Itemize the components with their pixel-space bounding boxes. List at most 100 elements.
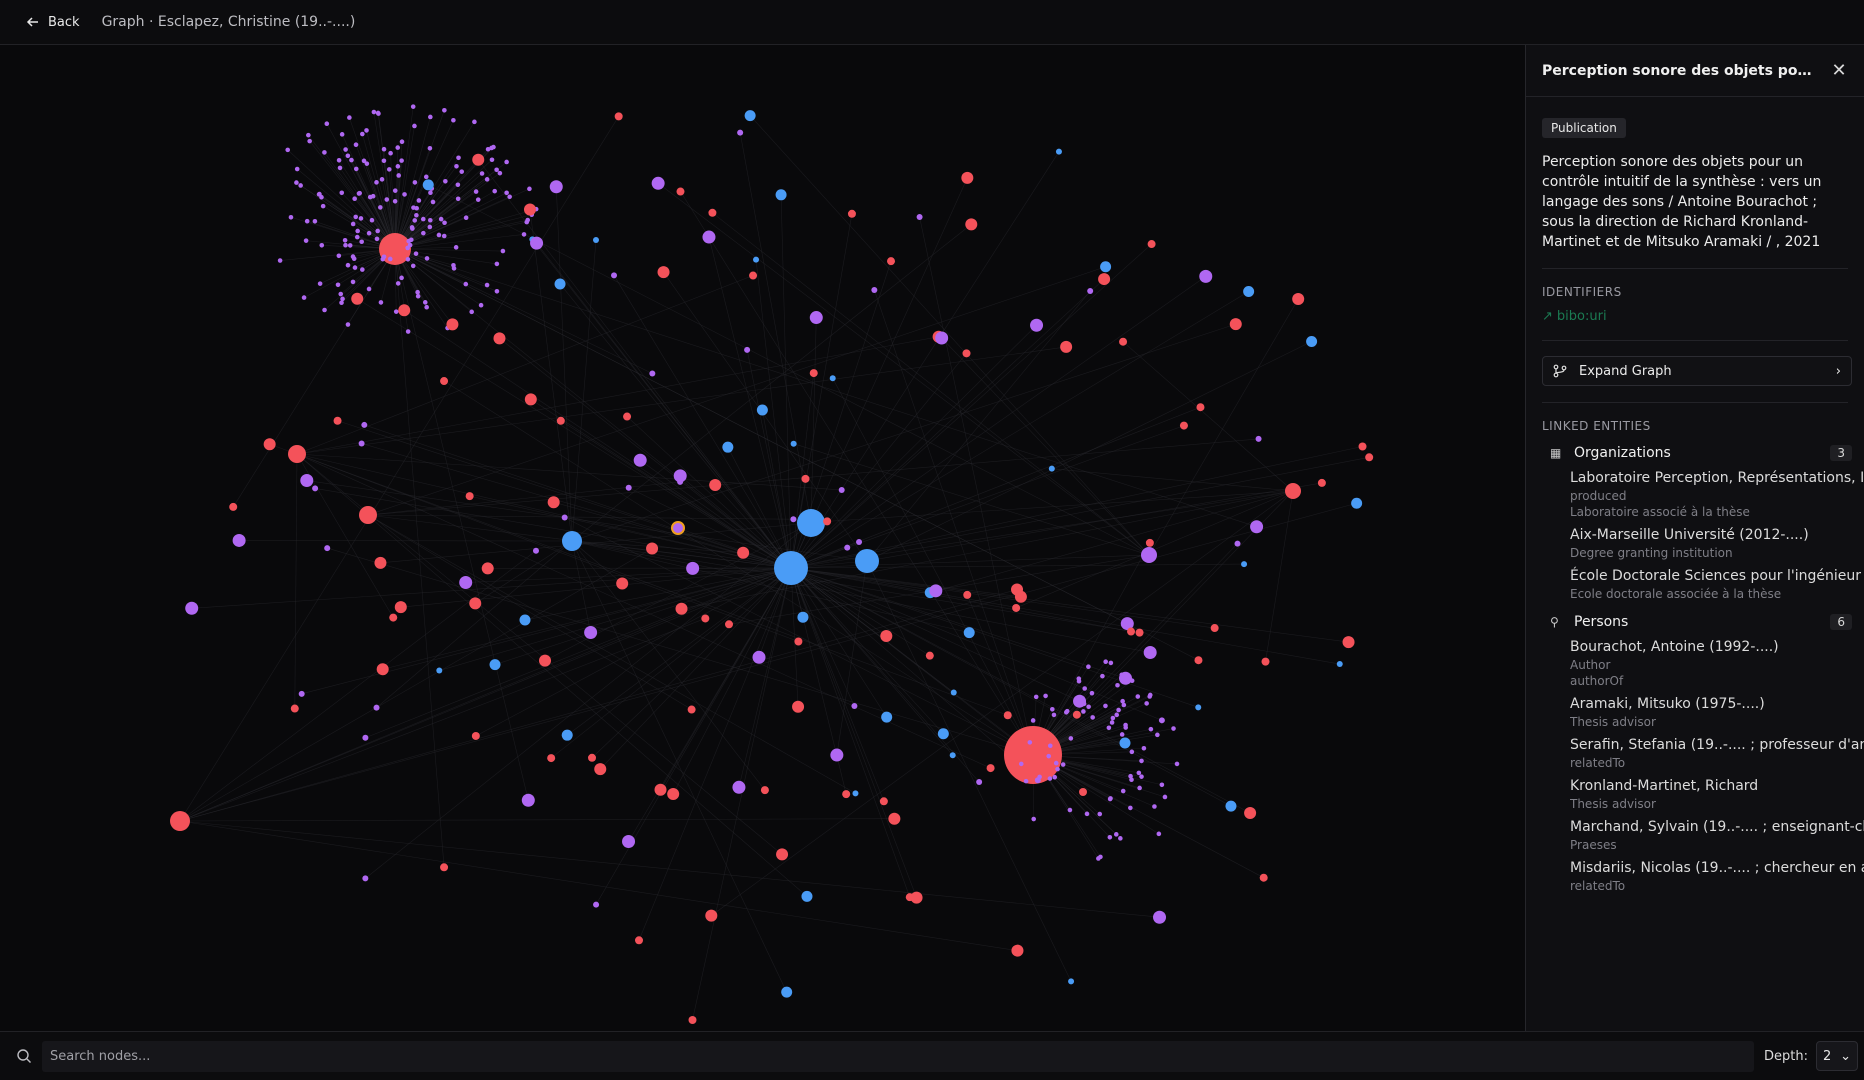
graph-node-person[interactable] bbox=[633, 453, 647, 467]
graph-node-publication[interactable] bbox=[588, 753, 597, 762]
graph-node-publication[interactable] bbox=[879, 797, 888, 806]
graph-canvas[interactable] bbox=[0, 45, 1525, 1031]
graph-node-person[interactable] bbox=[1027, 740, 1033, 745]
graph-node-publication[interactable] bbox=[493, 332, 506, 345]
graph-node-person[interactable] bbox=[413, 251, 419, 256]
graph-node-person[interactable] bbox=[484, 282, 490, 288]
graph-node-publication[interactable] bbox=[440, 863, 449, 872]
graph-node-publication[interactable] bbox=[705, 909, 718, 922]
graph-node-person[interactable] bbox=[1043, 693, 1048, 699]
graph-node-person[interactable] bbox=[1063, 709, 1069, 715]
graph-node-person[interactable] bbox=[1052, 774, 1058, 780]
graph-node-publication[interactable] bbox=[1244, 807, 1257, 820]
graph-node-person[interactable] bbox=[491, 144, 496, 150]
graph-node-person[interactable] bbox=[1156, 831, 1162, 837]
graph-node-person[interactable] bbox=[527, 186, 532, 192]
graph-node-publication[interactable] bbox=[1342, 636, 1355, 649]
graph-node-person[interactable] bbox=[1053, 760, 1059, 766]
graph-node-publication[interactable] bbox=[1179, 421, 1188, 430]
graph-node-person[interactable] bbox=[1108, 660, 1114, 666]
graph-node-person[interactable] bbox=[1155, 732, 1160, 738]
graph-node-person[interactable] bbox=[1116, 707, 1121, 713]
graph-node-person[interactable] bbox=[492, 188, 498, 194]
graph-node-person[interactable] bbox=[1129, 749, 1135, 755]
graph-node-person[interactable] bbox=[339, 190, 345, 196]
graph-node-person[interactable] bbox=[358, 440, 365, 447]
graph-node-person[interactable] bbox=[442, 107, 447, 113]
graph-node-person[interactable] bbox=[358, 216, 364, 221]
graph-node-publication[interactable] bbox=[1003, 711, 1012, 720]
graph-node-person[interactable] bbox=[399, 275, 404, 281]
graph-node-person[interactable] bbox=[360, 267, 365, 272]
back-button[interactable]: Back bbox=[26, 15, 80, 30]
graph-node-publication[interactable] bbox=[376, 663, 389, 676]
graph-svg[interactable] bbox=[0, 45, 1525, 1031]
graph-node-publication[interactable] bbox=[760, 786, 769, 795]
graph-node-person[interactable] bbox=[1046, 753, 1052, 759]
graph-node-publication[interactable] bbox=[1004, 726, 1062, 784]
graph-node-person[interactable] bbox=[350, 279, 356, 285]
graph-node-organization[interactable] bbox=[1195, 704, 1202, 711]
graph-node-person[interactable] bbox=[379, 177, 385, 182]
graph-node-person[interactable] bbox=[405, 329, 411, 334]
graph-node-publication[interactable] bbox=[469, 597, 482, 610]
graph-node-organization[interactable] bbox=[1306, 336, 1318, 348]
graph-node-person[interactable] bbox=[306, 132, 311, 138]
graph-node-person[interactable] bbox=[322, 150, 327, 155]
graph-node-person[interactable] bbox=[489, 157, 495, 163]
graph-node-publication[interactable] bbox=[1194, 656, 1203, 665]
graph-node-person[interactable] bbox=[469, 309, 474, 315]
graph-node-publication[interactable] bbox=[1196, 403, 1205, 412]
graph-node-publication[interactable] bbox=[394, 601, 407, 614]
graph-node-person[interactable] bbox=[1067, 807, 1073, 813]
graph-node-person[interactable] bbox=[1158, 717, 1165, 724]
graph-node-person[interactable] bbox=[504, 159, 509, 165]
graph-node-person[interactable] bbox=[453, 245, 459, 250]
graph-node-person[interactable] bbox=[521, 232, 527, 237]
linked-entity[interactable]: Bourachot, Antoine (1992-....) Author auth… bbox=[1570, 637, 1864, 689]
graph-node-publication[interactable] bbox=[524, 393, 537, 406]
graph-node-person[interactable] bbox=[1147, 692, 1153, 698]
graph-node-person[interactable] bbox=[1114, 712, 1120, 718]
graph-node-organization[interactable] bbox=[937, 728, 949, 740]
depth-select[interactable]: 2 ⌄ bbox=[1815, 1041, 1858, 1071]
graph-node-person[interactable] bbox=[649, 370, 656, 377]
graph-node-organization[interactable] bbox=[1068, 978, 1075, 985]
graph-node-person[interactable] bbox=[412, 180, 418, 185]
graph-node-person[interactable] bbox=[737, 129, 744, 136]
graph-node-person[interactable] bbox=[521, 793, 535, 807]
graph-node-person[interactable] bbox=[392, 198, 398, 204]
graph-node-person[interactable] bbox=[349, 157, 354, 163]
group-header[interactable]: ⚲ Persons 6 bbox=[1550, 612, 1852, 632]
graph-node-person[interactable] bbox=[1120, 698, 1125, 704]
graph-node-selected[interactable] bbox=[671, 521, 685, 535]
graph-node-person[interactable] bbox=[427, 145, 433, 151]
graph-node-person[interactable] bbox=[484, 177, 490, 182]
graph-node-organization[interactable] bbox=[781, 986, 793, 998]
graph-node-publication[interactable] bbox=[725, 620, 734, 629]
graph-node-person[interactable] bbox=[381, 146, 387, 152]
graph-node-publication[interactable] bbox=[1127, 627, 1136, 636]
graph-node-person[interactable] bbox=[1120, 788, 1126, 794]
graph-node-organization[interactable] bbox=[774, 551, 808, 585]
graph-node-publication[interactable] bbox=[471, 731, 480, 740]
graph-node-person[interactable] bbox=[1115, 682, 1120, 688]
graph-node-person[interactable] bbox=[1128, 805, 1133, 811]
graph-node-organization[interactable] bbox=[722, 441, 734, 453]
graph-node-person[interactable] bbox=[317, 281, 323, 286]
graph-node-person[interactable] bbox=[702, 230, 716, 244]
graph-node-person[interactable] bbox=[451, 117, 456, 123]
graph-node-person[interactable] bbox=[916, 214, 923, 221]
graph-node-publication[interactable] bbox=[801, 474, 810, 483]
graph-node-publication[interactable] bbox=[359, 506, 377, 524]
graph-node-publication[interactable] bbox=[616, 577, 629, 590]
graph-node-person[interactable] bbox=[340, 296, 345, 302]
graph-node-person[interactable] bbox=[424, 256, 430, 261]
graph-node-organization[interactable] bbox=[852, 790, 859, 797]
graph-node-organization[interactable] bbox=[829, 375, 836, 382]
graph-node-person[interactable] bbox=[1086, 664, 1091, 670]
graph-node-person[interactable] bbox=[395, 281, 401, 286]
graph-node-person[interactable] bbox=[384, 197, 390, 202]
graph-node-person[interactable] bbox=[472, 119, 477, 125]
graph-node-person[interactable] bbox=[1109, 720, 1115, 725]
